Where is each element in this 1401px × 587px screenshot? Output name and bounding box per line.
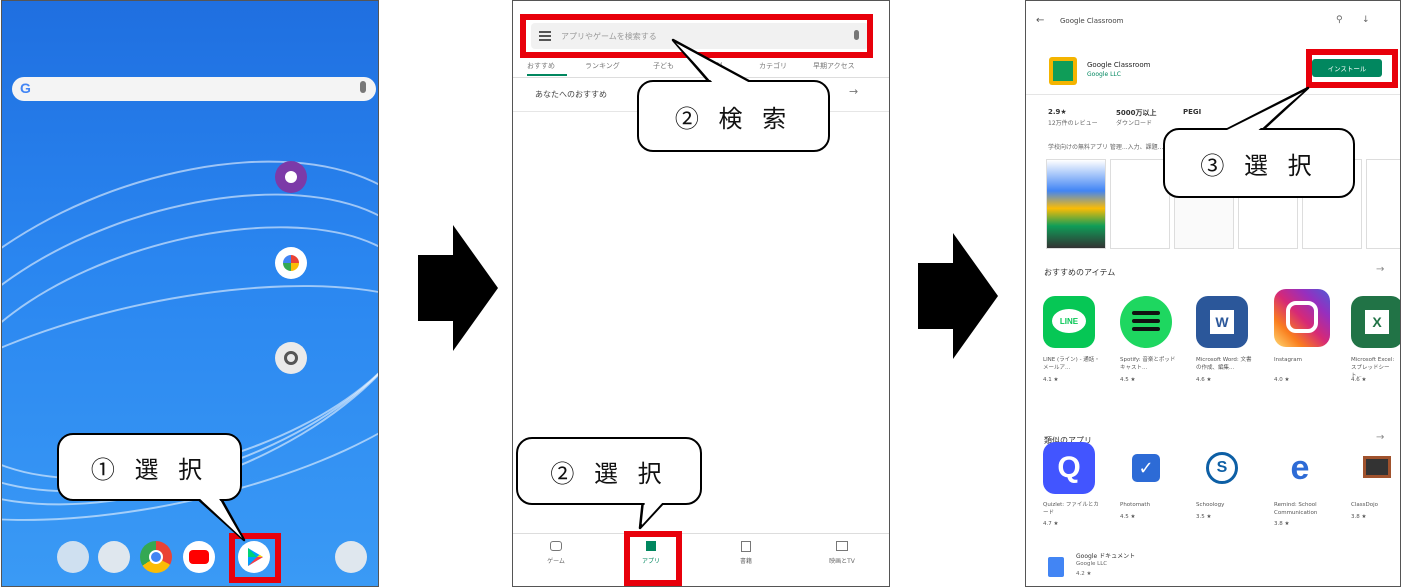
callout-pointer-fill bbox=[1221, 92, 1303, 133]
